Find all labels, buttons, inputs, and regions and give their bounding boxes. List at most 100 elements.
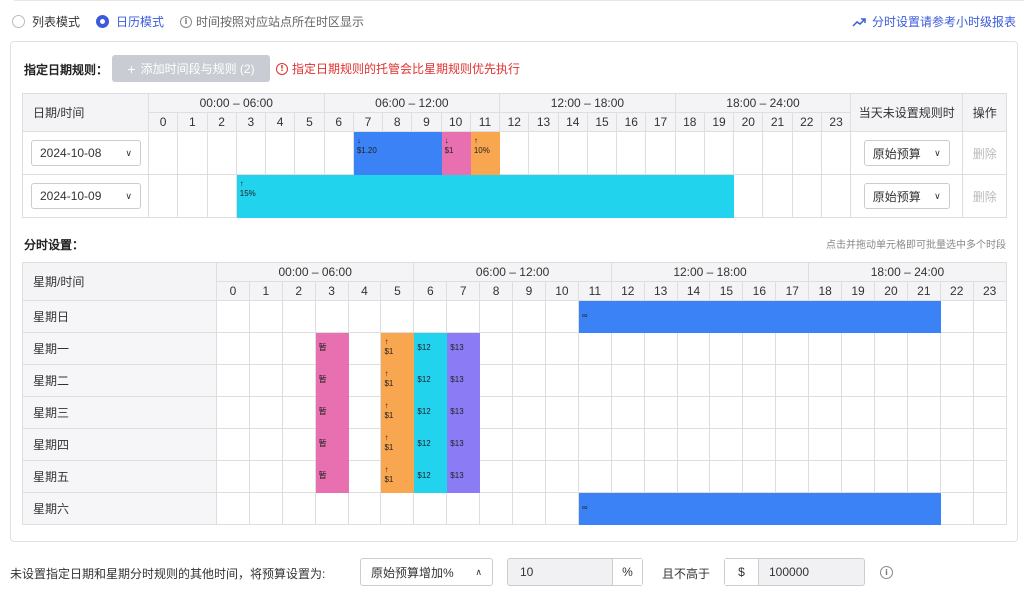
hour-cell[interactable] (294, 174, 325, 218)
hour-cell[interactable] (972, 428, 1007, 461)
hour-cell[interactable] (610, 332, 645, 365)
hour-cell[interactable] (709, 300, 744, 333)
hour-cell[interactable] (808, 300, 843, 333)
hour-cell[interactable]: $13 (446, 460, 481, 493)
hour-cell[interactable] (586, 174, 618, 218)
hour-cell[interactable] (248, 428, 283, 461)
hour-cell[interactable]: $12 (413, 428, 448, 461)
hour-cell[interactable] (906, 428, 941, 461)
hour-cell[interactable] (709, 396, 744, 429)
rule-segment[interactable]: ∞ (579, 302, 610, 332)
hour-cell[interactable] (499, 174, 530, 218)
hour-cell[interactable] (775, 332, 810, 365)
hour-cell[interactable] (841, 460, 875, 493)
hour-cell[interactable]: 暂 (314, 428, 349, 461)
hour-cell[interactable] (512, 460, 546, 493)
hour-cell[interactable] (733, 131, 764, 175)
hour-cell[interactable] (643, 396, 678, 429)
percent-input[interactable]: 10 % (507, 558, 643, 586)
hour-cell[interactable] (479, 396, 514, 429)
hour-cell[interactable]: $12 (413, 332, 448, 365)
hour-cell[interactable] (479, 364, 514, 397)
hour-cell[interactable] (610, 460, 645, 493)
hour-cell[interactable] (742, 396, 777, 429)
hour-cell[interactable] (906, 332, 941, 365)
hour-cell[interactable] (703, 174, 735, 218)
hour-cell[interactable] (742, 460, 777, 493)
hour-cell[interactable] (972, 492, 1007, 525)
hour-cell[interactable] (643, 364, 678, 397)
hour-cell[interactable] (808, 428, 843, 461)
hour-cell[interactable] (972, 300, 1007, 333)
hour-cell[interactable] (616, 174, 647, 218)
hour-cell[interactable] (742, 492, 777, 525)
rule-segment[interactable]: $12 (415, 334, 446, 364)
date-select[interactable]: 2024-10-09 ∨ (31, 183, 141, 209)
hour-cell[interactable] (216, 332, 250, 365)
hour-cell[interactable] (281, 428, 316, 461)
hour-cell[interactable] (610, 428, 645, 461)
hour-cell[interactable] (411, 174, 442, 218)
hour-cell[interactable] (808, 492, 843, 525)
hour-cell[interactable] (808, 460, 843, 493)
rule-segment[interactable]: 暂 (316, 430, 347, 460)
hour-cell[interactable] (347, 460, 382, 493)
hour-cell[interactable]: 暂 (314, 460, 349, 493)
hour-cell[interactable] (216, 460, 250, 493)
rule-segment[interactable]: ↑ 15% (237, 176, 264, 217)
hour-cell[interactable] (544, 428, 579, 461)
hour-cell[interactable] (972, 396, 1007, 429)
rule-segment[interactable]: ↓ $1.20 (354, 133, 381, 174)
hour-cell[interactable] (512, 428, 546, 461)
hour-cell[interactable] (808, 396, 843, 429)
hour-cell[interactable] (411, 131, 442, 175)
hour-cell[interactable] (216, 364, 250, 397)
hour-cell[interactable] (294, 131, 325, 175)
hour-cell[interactable] (791, 174, 822, 218)
hour-cell[interactable] (709, 460, 744, 493)
rule-segment[interactable]: ↑ $1 (382, 366, 413, 396)
rule-segment[interactable]: $12 (415, 366, 446, 396)
hour-cell[interactable] (645, 131, 676, 175)
hour-cell[interactable] (874, 332, 908, 365)
hour-cell[interactable] (906, 396, 941, 429)
hour-cell[interactable] (775, 364, 810, 397)
rule-segment[interactable]: 暂 (316, 398, 347, 428)
hour-cell[interactable] (674, 174, 705, 218)
hour-cell[interactable] (446, 492, 481, 525)
rule-segment[interactable]: $12 (415, 398, 446, 428)
hour-cell[interactable] (674, 131, 705, 175)
hour-cell[interactable] (577, 396, 612, 429)
hour-cell[interactable] (512, 332, 546, 365)
hour-cell[interactable] (380, 300, 415, 333)
hour-cell[interactable] (347, 396, 382, 429)
hour-cell[interactable] (874, 300, 908, 333)
hour-cell[interactable] (413, 300, 448, 333)
hour-cell[interactable] (841, 428, 875, 461)
hour-cell[interactable] (469, 174, 501, 218)
hour-cell[interactable] (841, 492, 875, 525)
hour-cell[interactable] (544, 332, 579, 365)
hour-cell[interactable] (281, 332, 316, 365)
hour-cell[interactable] (874, 428, 908, 461)
hour-cell[interactable] (235, 131, 267, 175)
hour-cell[interactable]: ↑ 15% (235, 174, 267, 218)
hour-cell[interactable] (216, 428, 250, 461)
hour-cell[interactable] (216, 492, 250, 525)
budget-mode-select[interactable]: 原始预算增加% ∧ (360, 558, 493, 586)
hour-cell[interactable] (382, 174, 413, 218)
hour-cell[interactable] (479, 460, 514, 493)
hour-cell[interactable] (479, 300, 514, 333)
hour-cell[interactable]: ∞ (577, 300, 612, 333)
list-mode-radio[interactable]: 列表模式 (12, 13, 80, 30)
hour-cell[interactable] (347, 428, 382, 461)
hour-cell[interactable] (676, 364, 711, 397)
rule-segment[interactable]: 暂 (316, 366, 347, 396)
hour-cell[interactable] (216, 396, 250, 429)
hour-cell[interactable]: $13 (446, 364, 481, 397)
hour-cell[interactable]: ↓ $1 (440, 131, 471, 175)
rule-segment[interactable]: ↑ 10% (471, 133, 498, 174)
hour-cell[interactable]: ↑ $1 (380, 396, 415, 429)
hour-cell[interactable] (939, 428, 974, 461)
hour-cell[interactable] (544, 460, 579, 493)
